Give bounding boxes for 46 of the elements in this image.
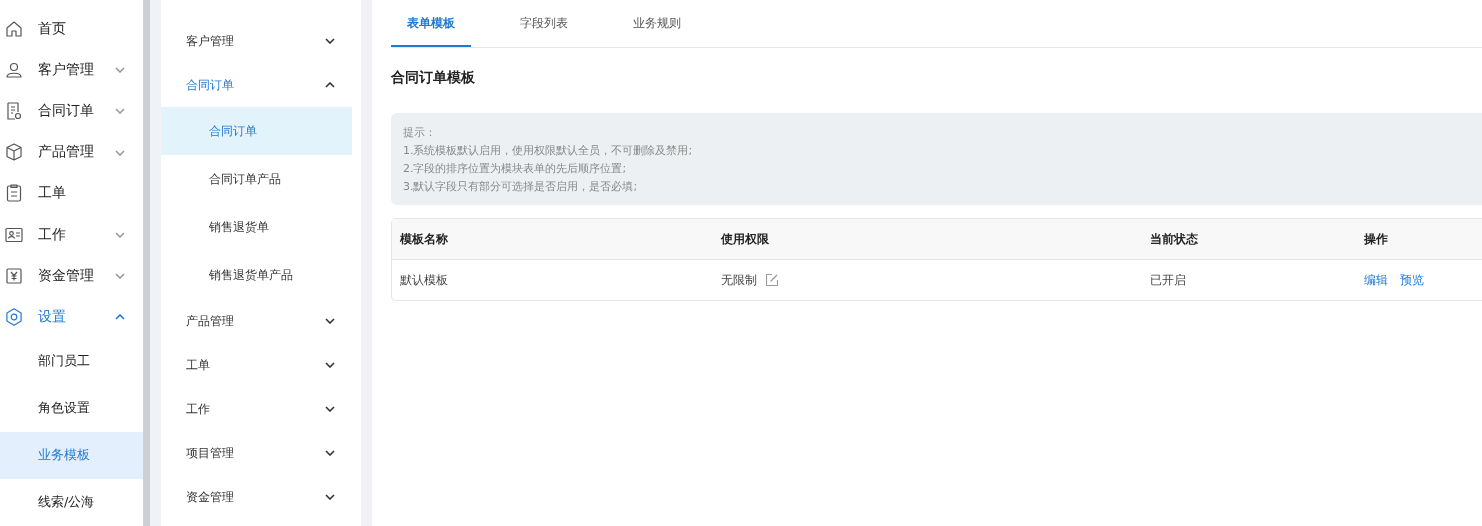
menu-item[interactable]: 工作 — [161, 387, 361, 431]
clipboard-icon — [4, 183, 24, 204]
menu-subitem[interactable]: 合同订单产品 — [161, 155, 352, 203]
menu-subitem[interactable]: 销售退货单 — [161, 203, 352, 251]
tab[interactable]: 业务规则 — [617, 0, 697, 47]
document-icon — [4, 101, 24, 121]
tip-title: 提示： — [403, 125, 437, 141]
menu-item[interactable]: 产品管理 — [161, 299, 361, 343]
nav-item[interactable]: 产品管理 — [0, 131, 143, 173]
menu-item[interactable]: 资金管理 — [161, 475, 361, 519]
tip-line: 3.默认字段只有部分可选择是否启用，是否必填; — [403, 179, 639, 195]
settings-icon — [4, 307, 24, 327]
nav-subitem[interactable]: 角色设置 — [0, 384, 143, 432]
table-cell-text: 默认模板 — [399, 271, 449, 289]
nav-subitem[interactable]: 线索/公海 — [0, 478, 143, 526]
tip-line: 1.系统模板默认启用，使用权限默认全员，不可删除及禁用; — [403, 143, 694, 159]
nav-item[interactable]: 客户管理 — [0, 49, 143, 91]
page-title: 合同订单模板 — [391, 68, 476, 86]
action-link[interactable]: 编辑 — [1364, 272, 1388, 287]
box-icon — [4, 142, 24, 163]
menu-subitem[interactable]: 合同订单 — [161, 107, 352, 155]
nav-item[interactable]: 设置 — [0, 296, 143, 338]
tip-line: 2.字段的排序位置为模块表单的先后顺序位置; — [403, 161, 628, 177]
column-header: 模板名称 — [392, 219, 713, 260]
menu-item[interactable]: 项目管理 — [161, 431, 361, 475]
column-header: 操作 — [1356, 219, 1482, 260]
table-cell-text: 已开启 — [1149, 271, 1187, 289]
menu-item[interactable]: 合同订单 — [161, 63, 361, 107]
menu-subitem[interactable]: 销售退货单产品 — [161, 251, 352, 299]
tab[interactable]: 表单模板 — [391, 0, 471, 47]
edit-icon[interactable] — [765, 273, 779, 287]
action-link[interactable]: 预览 — [1400, 272, 1424, 287]
nav-subitem[interactable]: 业务模板 — [0, 431, 143, 479]
column-header: 使用权限 — [713, 219, 1142, 260]
nav-subitem[interactable]: 部门员工 — [0, 337, 143, 385]
menu-item[interactable]: 客户管理 — [161, 19, 361, 63]
nav-item[interactable]: 工作 — [0, 214, 143, 256]
nav-item[interactable]: 首页 — [0, 8, 143, 50]
nav-item[interactable]: 资金管理 — [0, 255, 143, 297]
nav-item[interactable]: 合同订单 — [0, 90, 143, 132]
nav-item[interactable]: 工单 — [0, 172, 143, 214]
table-cell: 无限制 — [721, 271, 757, 289]
column-header: 当前状态 — [1142, 219, 1356, 260]
tab[interactable]: 字段列表 — [504, 0, 584, 47]
menu-item[interactable]: 工单 — [161, 343, 361, 387]
yen-icon — [4, 265, 24, 286]
